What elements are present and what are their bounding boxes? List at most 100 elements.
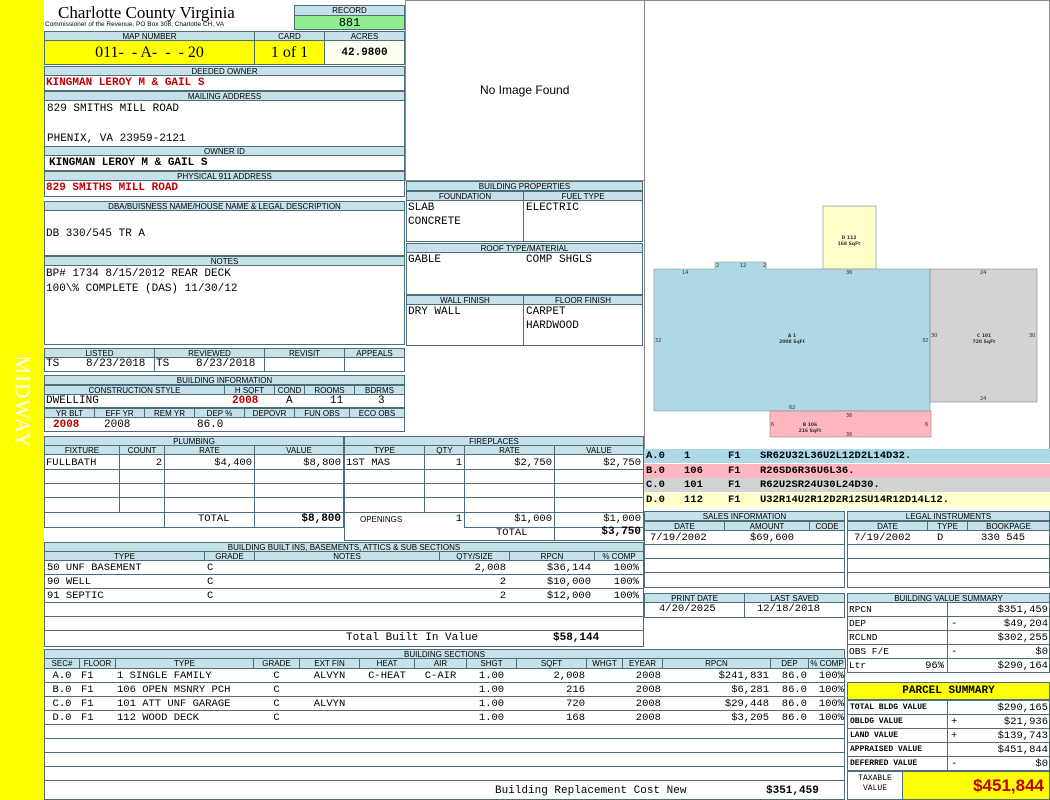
parcel-summary-title: PARCEL SUMMARY <box>847 682 1050 700</box>
sections-header-cell: SHGT <box>466 658 517 669</box>
sections-cell: 2008 <box>635 670 661 682</box>
sections-cell: $241,831 <box>718 670 769 682</box>
sections-cell: C <box>273 698 280 710</box>
reviewed-date: 8/23/2018 <box>196 358 256 370</box>
commissioner-subtitle: Commissioner of the Revenue, PO Box 308,… <box>45 21 225 28</box>
sketch-c-area: 720 SqFt <box>973 339 996 345</box>
sections-header-cell: WHGT <box>586 658 623 669</box>
builtins-cell: 2 <box>499 576 506 588</box>
sketch-a-dim-7: 32 <box>922 338 928 344</box>
building-properties-label: BUILDING PROPERTIES <box>406 181 643 191</box>
sections-header-cell: FLOOR <box>79 658 116 669</box>
fireplace-value: $2,750 <box>603 457 641 469</box>
builtins-h-comp: % COMP <box>594 551 644 561</box>
value-summary-value: $0 <box>1035 646 1048 658</box>
sections-cell: F1 <box>81 670 94 682</box>
legal-label: LEGAL INSTRUMENTS <box>847 511 1050 521</box>
revisit-box <box>264 357 345 372</box>
sections-cell: 106 OPEN MSNRY PCH <box>117 684 231 696</box>
sections-cell: F1 <box>81 698 94 710</box>
sections-cell: $3,205 <box>731 712 769 724</box>
fireplace-type: 1ST MAS <box>346 457 391 469</box>
legend-num: 1 <box>684 450 691 462</box>
builtins-cell: 100% <box>613 590 639 602</box>
table-row: B.0 F1 106 OPEN MSNRY PCH C 1.00 216 2008 $6,28… <box>44 683 845 697</box>
plumbing-row-3 <box>44 497 344 498</box>
divider <box>947 715 948 729</box>
plumbing-fixture: FULLBATH <box>46 457 97 469</box>
yrblt-value: 2008 <box>53 419 80 431</box>
sections-cell: $6,281 <box>731 684 769 696</box>
sections-cell: 216 <box>566 684 585 696</box>
wall-finish-value: DRY WALL <box>408 306 461 318</box>
sections-header-cell: DEP <box>770 658 809 669</box>
divider <box>947 617 948 631</box>
dep-value: 86.0 <box>197 419 224 431</box>
sections-header-cell: TYPE <box>115 658 254 669</box>
sections-cell: 101 ATT UNF GARAGE <box>117 698 231 710</box>
divider <box>947 729 948 743</box>
divider <box>947 659 948 673</box>
fireplaces-total: $3,750 <box>601 526 641 538</box>
sections-cell: 1.00 <box>478 712 505 724</box>
fireplaces-h-value: VALUE <box>554 445 644 455</box>
table-row: 50 UNF BASEMENT C 2,008 $36,144 100% <box>44 561 644 575</box>
sections-header-cell: RPCN <box>662 658 771 669</box>
fireplace-openings-label: OPENINGS <box>360 515 403 524</box>
mailing-line-2: PHENIX, VA 23959-2121 <box>47 133 186 145</box>
value-summary: RPCN $351,459 DEP - $49,204 RCLND $302,255 OBS … <box>847 602 1050 674</box>
sales-row-1 <box>644 544 845 545</box>
parcel-value: $0 <box>1035 758 1048 770</box>
sections-cell: 720 <box>566 698 585 710</box>
sketch-a-label: A 1 <box>788 333 796 339</box>
divider <box>947 631 948 645</box>
roof-type-value: GABLE <box>408 254 442 266</box>
sections-header-cell: SQFT <box>516 658 587 669</box>
table-row: D.0 F1 112 WOOD DECK C 1.00 168 2008 $3,205 86.0… <box>44 711 845 725</box>
sections-cell: 86.0 <box>781 684 807 696</box>
fireplaces-h-qty: QTY <box>424 445 465 455</box>
builtins-total: $58,144 <box>553 632 600 644</box>
sections-header-cell: AIR <box>414 658 467 669</box>
sections-header-cell: EYEAR <box>622 658 663 669</box>
acres-value: 42.9800 <box>324 40 405 65</box>
sections-cell: ALVYN <box>313 670 346 682</box>
fireplace-openings-value: $1,000 <box>603 513 641 525</box>
table-row <box>44 617 644 631</box>
sketch-a-dim-2: 2 <box>716 263 719 269</box>
sections-cell: 2,008 <box>553 670 585 682</box>
sections-cell: 2008 <box>635 684 661 696</box>
legend-num: 112 <box>684 493 703 506</box>
sketch-b-label: B 106 <box>803 422 817 428</box>
sections-cell: 2008 <box>635 712 661 724</box>
builtins-h-rpcn: RPCN <box>509 551 595 561</box>
sketch-c-dim-4: 24 <box>980 396 986 402</box>
foundation-value-1: SLAB <box>408 202 435 214</box>
parcel-value: $451,844 <box>997 744 1048 756</box>
parcel-key: DEFERRED VALUE <box>850 759 918 768</box>
sketch-a-dim-6: 32 <box>655 338 661 344</box>
value-summary-row: DEP - $49,204 <box>847 616 1050 631</box>
sketch-c-label: C 101 <box>977 333 991 339</box>
sale-date: 7/19/2002 <box>650 532 707 544</box>
sections-cell: 86.0 <box>781 698 807 710</box>
plumbing-h-rate: RATE <box>164 445 255 455</box>
value-summary-value: $351,459 <box>997 604 1048 616</box>
legend-path: R26SD6R36U6L36. <box>760 464 855 477</box>
sketch-b-dim-2: 6 <box>771 422 774 428</box>
parcel-key: LAND VALUE <box>850 731 899 740</box>
plumbing-row-2 <box>44 483 344 484</box>
legend-code: A.0 <box>646 450 665 462</box>
table-row <box>44 767 845 781</box>
table-row <box>44 753 845 767</box>
fireplaces-row-3 <box>344 497 644 498</box>
fireplaces-h-type: TYPE <box>344 445 425 455</box>
value-summary-row: Ltr 96% $290,164 <box>847 658 1050 673</box>
plumbing-rate: $4,400 <box>214 457 252 469</box>
value-summary-value: $302,255 <box>997 632 1048 644</box>
fireplaces-row-1 <box>344 469 644 470</box>
value-summary-key: DEP <box>849 618 867 629</box>
parcel-row: LAND VALUE + $139,743 <box>847 728 1050 743</box>
legend-path: R62U2SR24U30L24D30. <box>760 479 880 491</box>
plumbing-total-label: TOTAL <box>198 513 230 525</box>
